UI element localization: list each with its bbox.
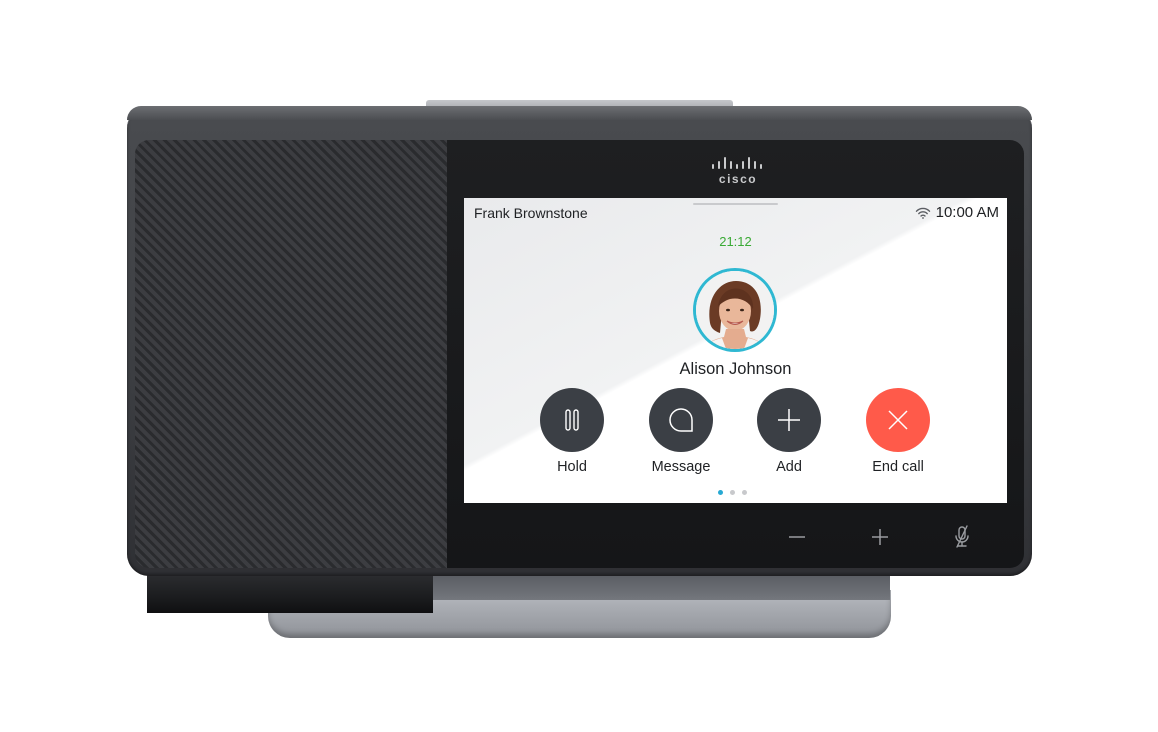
mic-muted-icon [955, 525, 969, 548]
device-stage: cisco Frank Brownstone 10:00 AM 21:12 Al… [0, 0, 1158, 732]
brand-wordmark: cisco [718, 172, 758, 186]
device-rim [127, 106, 1032, 120]
contact-name: Alison Johnson [679, 360, 792, 378]
end-call-action[interactable]: End call [853, 388, 943, 475]
stand-plate [432, 575, 890, 600]
caller-name: Frank Brownstone [474, 205, 588, 221]
message-label: Message [651, 459, 711, 475]
page-indicator [718, 490, 747, 495]
cisco-bars-icon [712, 157, 762, 169]
close-icon [888, 410, 908, 430]
stand-foot [147, 575, 433, 613]
message-button[interactable] [649, 388, 713, 452]
hold-label: Hold [557, 459, 587, 475]
add-action[interactable]: Add [744, 388, 834, 475]
speaker-grille [135, 140, 447, 568]
message-icon [669, 408, 693, 432]
status-area: 10:00 AM [915, 204, 999, 221]
volume-up-button[interactable] [863, 520, 897, 554]
contact-photo [696, 271, 774, 349]
page-dot[interactable] [730, 490, 735, 495]
plus-icon [778, 409, 800, 431]
avatar [696, 271, 774, 349]
page-dot[interactable] [742, 490, 747, 495]
end-call-button[interactable] [866, 388, 930, 452]
pause-icon [565, 409, 579, 431]
avatar-ring [693, 268, 777, 352]
hold-button[interactable] [540, 388, 604, 452]
wifi-icon [915, 207, 930, 219]
volume-down-button[interactable] [780, 520, 814, 554]
cisco-logo: cisco [708, 157, 768, 189]
message-action[interactable]: Message [636, 388, 726, 475]
mute-button[interactable] [945, 520, 979, 554]
minus-icon [789, 536, 805, 538]
pull-down-handle[interactable] [693, 203, 778, 205]
call-timer: 21:12 [719, 234, 752, 249]
touch-screen[interactable]: Frank Brownstone 10:00 AM 21:12 Alison J… [464, 198, 1007, 503]
hold-action[interactable]: Hold [527, 388, 617, 475]
add-label: Add [776, 459, 802, 475]
end-call-label: End call [872, 459, 924, 475]
page-dot-active[interactable] [718, 490, 723, 495]
plus-icon [872, 529, 888, 545]
add-button[interactable] [757, 388, 821, 452]
clock: 10:00 AM [935, 204, 999, 221]
